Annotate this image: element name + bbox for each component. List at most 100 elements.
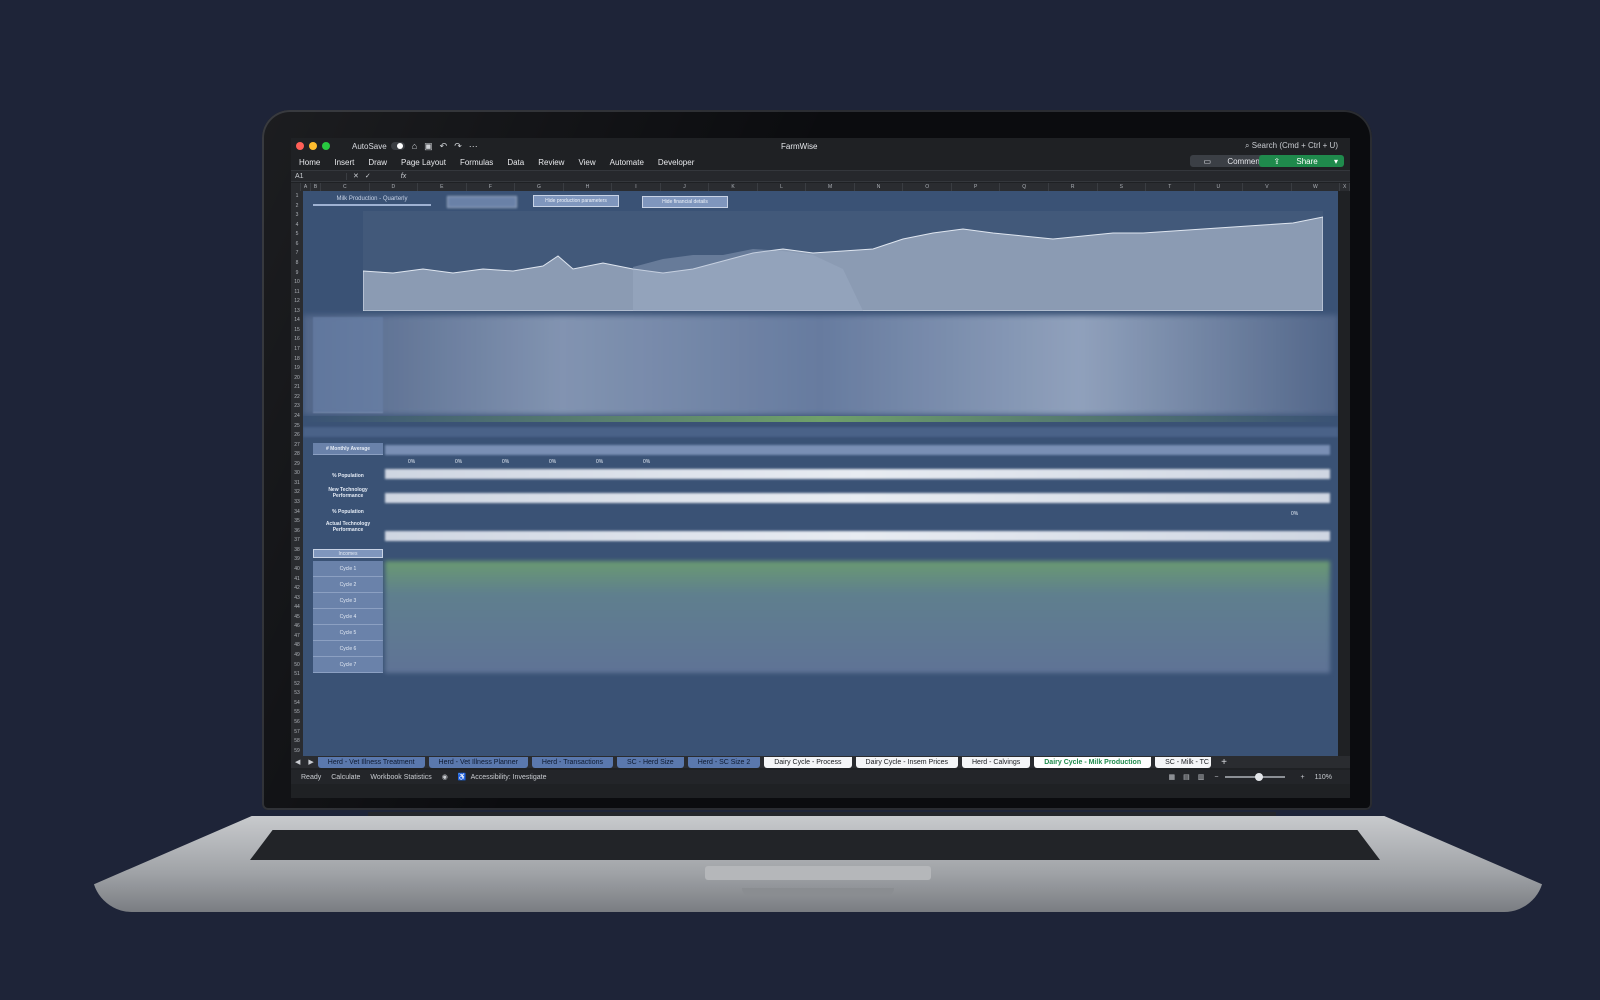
search-input[interactable]: ⌕ Search (Cmd + Ctrl + U) (1245, 141, 1338, 151)
row-number[interactable]: 35 (294, 518, 300, 524)
column-header-r[interactable]: R (1049, 183, 1098, 191)
row-number[interactable]: 47 (294, 633, 300, 639)
scroll-tabs-left-icon[interactable]: ◀ (295, 758, 300, 766)
row-number[interactable]: 27 (294, 442, 300, 448)
sheet-tab[interactable]: Herd - Vet Illness Planner (428, 756, 528, 768)
column-header-t[interactable]: T (1146, 183, 1195, 191)
column-header-g[interactable]: G (515, 183, 564, 191)
row-number[interactable]: 37 (294, 537, 300, 543)
row-number[interactable]: 46 (294, 623, 300, 629)
row-number[interactable]: 3 (296, 212, 299, 218)
column-header-d[interactable]: D (370, 183, 419, 191)
row-number[interactable]: 28 (294, 451, 300, 457)
page-layout-view-icon[interactable]: ▤ (1183, 773, 1190, 781)
column-header-q[interactable]: Q (1000, 183, 1049, 191)
sheet-tab-active[interactable]: Dairy Cycle - Milk Production (1034, 756, 1152, 768)
sheet-tab[interactable]: Herd - Vet Illness Treatment (317, 756, 425, 768)
row-number[interactable]: 7 (296, 250, 299, 256)
column-header-l[interactable]: L (758, 183, 807, 191)
tab-draw[interactable]: Draw (368, 158, 387, 167)
tab-home[interactable]: Home (299, 158, 320, 167)
row-number[interactable]: 44 (294, 604, 300, 610)
tab-data[interactable]: Data (507, 158, 524, 167)
row-number[interactable]: 6 (296, 241, 299, 247)
sheet-tab[interactable]: SC - Milk - TC (1155, 756, 1212, 768)
row-number[interactable]: 26 (294, 432, 300, 438)
row-number[interactable]: 31 (294, 480, 300, 486)
row-number[interactable]: 39 (294, 556, 300, 562)
row-number[interactable]: 50 (294, 662, 300, 668)
row-number[interactable]: 32 (294, 489, 300, 495)
column-header-e[interactable]: E (418, 183, 467, 191)
row-number[interactable]: 22 (294, 394, 300, 400)
row-number[interactable]: 4 (296, 222, 299, 228)
new-technology-inputs[interactable] (385, 493, 1330, 503)
minimize-window-button[interactable] (309, 142, 317, 150)
row-number[interactable]: 57 (294, 729, 300, 735)
zoom-slider-thumb[interactable] (1254, 773, 1263, 781)
row-number[interactable]: 51 (294, 671, 300, 677)
row-number[interactable]: 17 (294, 346, 300, 352)
row-number[interactable]: 13 (294, 308, 300, 314)
row-number[interactable]: 40 (294, 566, 300, 572)
tab-developer[interactable]: Developer (658, 158, 694, 167)
row-number[interactable]: 56 (294, 719, 300, 725)
column-header-n[interactable]: N (855, 183, 904, 191)
redo-icon[interactable]: ↷ (454, 141, 462, 152)
row-number[interactable]: 33 (294, 499, 300, 505)
row-number[interactable]: 20 (294, 375, 300, 381)
row-number[interactable]: 1 (296, 193, 299, 199)
document-title[interactable]: FarmWise (781, 142, 817, 151)
row-number[interactable]: 18 (294, 356, 300, 362)
row-number[interactable]: 21 (294, 384, 300, 390)
calculate-button[interactable]: Calculate (331, 774, 360, 781)
tab-view[interactable]: View (578, 158, 595, 167)
column-header-x[interactable]: X (1340, 183, 1350, 191)
column-header-w[interactable]: W (1292, 183, 1341, 191)
name-box[interactable]: A1 (291, 172, 347, 180)
sheet-tab[interactable]: Dairy Cycle - Insem Prices (855, 756, 958, 768)
sheet-tab[interactable]: Herd - SC Size 2 (687, 756, 761, 768)
column-header-v[interactable]: V (1243, 183, 1292, 191)
row-number[interactable]: 54 (294, 700, 300, 706)
row-number[interactable]: 58 (294, 738, 300, 744)
row-number[interactable]: 45 (294, 614, 300, 620)
row-number[interactable]: 2 (296, 203, 299, 209)
row-number[interactable]: 59 (294, 748, 300, 754)
zoom-window-button[interactable] (322, 142, 330, 150)
hide-production-parameters-button[interactable]: Hide production parameters (533, 195, 619, 207)
autosave-toggle[interactable] (390, 142, 405, 150)
column-header-a[interactable]: A (301, 183, 311, 191)
column-header-h[interactable]: H (564, 183, 613, 191)
row-number[interactable]: 15 (294, 327, 300, 333)
row-number[interactable]: 16 (294, 336, 300, 342)
row-number[interactable]: 19 (294, 365, 300, 371)
row-number[interactable]: 12 (294, 298, 300, 304)
sheet-tab[interactable]: Dairy Cycle - Process (764, 756, 852, 768)
row-number[interactable]: 10 (294, 279, 300, 285)
tab-formulas[interactable]: Formulas (460, 158, 493, 167)
tab-review[interactable]: Review (538, 158, 564, 167)
check-icon[interactable]: ✓ (365, 172, 371, 180)
row-number[interactable]: 24 (294, 413, 300, 419)
row-number[interactable]: 8 (296, 260, 299, 266)
row-number[interactable]: 29 (294, 461, 300, 467)
accessibility-button[interactable]: Accessibility: Investigate (471, 774, 547, 781)
more-icon[interactable]: ⋯ (469, 141, 478, 152)
row-number[interactable]: 38 (294, 547, 300, 553)
row-number[interactable]: 30 (294, 470, 300, 476)
column-header-o[interactable]: O (903, 183, 952, 191)
row-number[interactable]: 9 (296, 270, 299, 276)
row-number[interactable]: 5 (296, 231, 299, 237)
column-header-p[interactable]: P (952, 183, 1001, 191)
row-number[interactable]: 41 (294, 576, 300, 582)
close-window-button[interactable] (296, 142, 304, 150)
share-button[interactable]: ⇪ Share ▾ (1259, 155, 1344, 167)
add-sheet-icon[interactable]: + (1221, 757, 1227, 768)
zoom-level[interactable]: 110% (1315, 774, 1332, 781)
column-header-i[interactable]: I (612, 183, 661, 191)
cancel-icon[interactable]: ✕ (353, 172, 359, 180)
normal-view-icon[interactable]: ▦ (1169, 773, 1176, 781)
row-number[interactable]: 42 (294, 585, 300, 591)
row-number[interactable]: 14 (294, 317, 300, 323)
